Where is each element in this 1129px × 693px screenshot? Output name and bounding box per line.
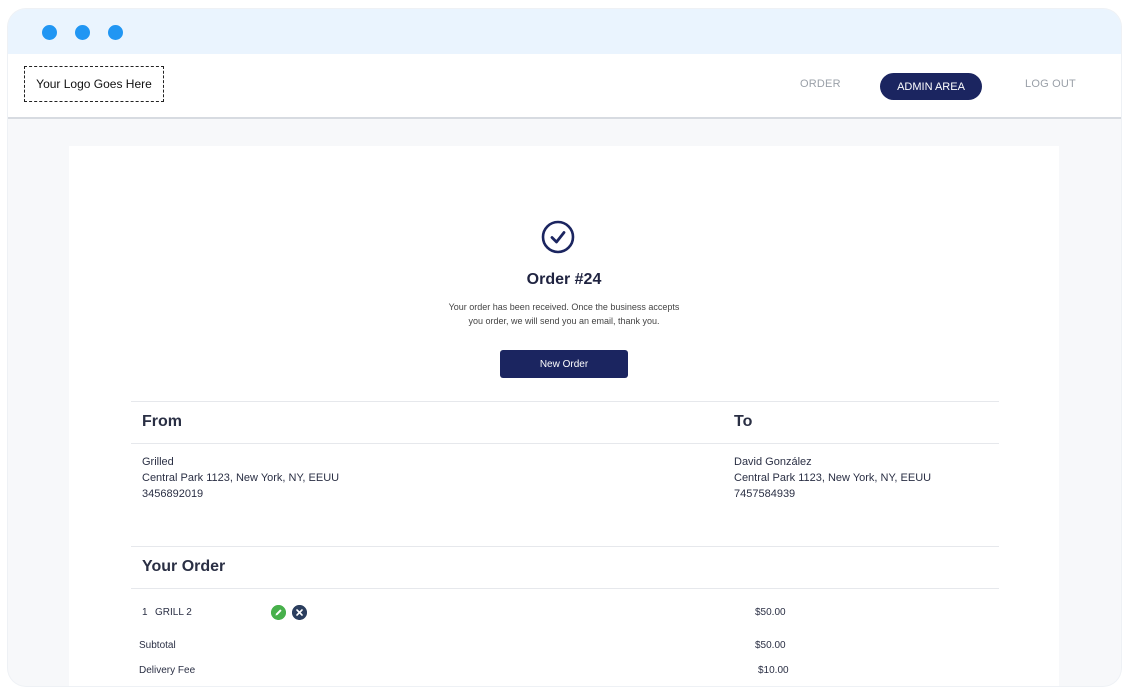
pencil-icon[interactable] <box>271 605 286 620</box>
from-address-block: Grilled Central Park 1123, New York, NY,… <box>142 454 339 502</box>
divider <box>131 443 999 444</box>
subtotal-value: $50.00 <box>755 640 786 651</box>
order-item-price: $50.00 <box>755 607 786 618</box>
check-circle-icon <box>541 220 575 254</box>
nav-order-link[interactable]: ORDER <box>800 78 841 90</box>
window-titlebar <box>8 9 1121 54</box>
order-confirmation-card: Order #24 Your order has been received. … <box>69 146 1059 686</box>
top-navbar: Your Logo Goes Here ORDER ADMIN AREA LOG… <box>8 54 1121 119</box>
subtotal-label: Subtotal <box>139 640 176 651</box>
divider <box>131 546 999 547</box>
order-item-name: GRILL 2 <box>155 607 192 618</box>
order-message-line-2: you order, we will send you an email, th… <box>468 316 660 326</box>
window-dot-close[interactable] <box>42 25 57 40</box>
nav-admin-area-button[interactable]: ADMIN AREA <box>880 73 982 100</box>
to-heading: To <box>734 413 753 430</box>
divider <box>131 401 999 402</box>
new-order-button[interactable]: New Order <box>500 350 628 378</box>
to-phone: 7457584939 <box>734 488 796 500</box>
delivery-fee-value: $10.00 <box>758 665 789 676</box>
your-order-heading: Your Order <box>142 558 226 575</box>
from-phone: 3456892019 <box>142 488 204 500</box>
close-icon[interactable] <box>292 605 307 620</box>
order-title: Order #24 <box>526 271 602 288</box>
order-item-qty: 1 <box>142 607 148 618</box>
nav-logout-link[interactable]: LOG OUT <box>1025 78 1076 90</box>
to-name: David González <box>734 456 812 468</box>
delivery-fee-label: Delivery Fee <box>139 665 196 676</box>
from-name: Grilled <box>142 456 174 468</box>
logo-placeholder[interactable]: Your Logo Goes Here <box>24 66 164 102</box>
divider <box>131 588 999 589</box>
window-dot-maximize[interactable] <box>108 25 123 40</box>
from-heading: From <box>142 413 182 430</box>
from-address: Central Park 1123, New York, NY, EEUU <box>142 472 340 484</box>
order-message-line-1: Your order has been received. Once the b… <box>448 302 680 312</box>
browser-window: Your Logo Goes Here ORDER ADMIN AREA LOG… <box>8 9 1121 686</box>
to-address-block: David González Central Park 1123, New Yo… <box>734 454 931 502</box>
order-message: Your order has been received. Once the b… <box>69 300 1059 328</box>
window-dot-minimize[interactable] <box>75 25 90 40</box>
to-address: Central Park 1123, New York, NY, EEUU <box>734 472 932 484</box>
